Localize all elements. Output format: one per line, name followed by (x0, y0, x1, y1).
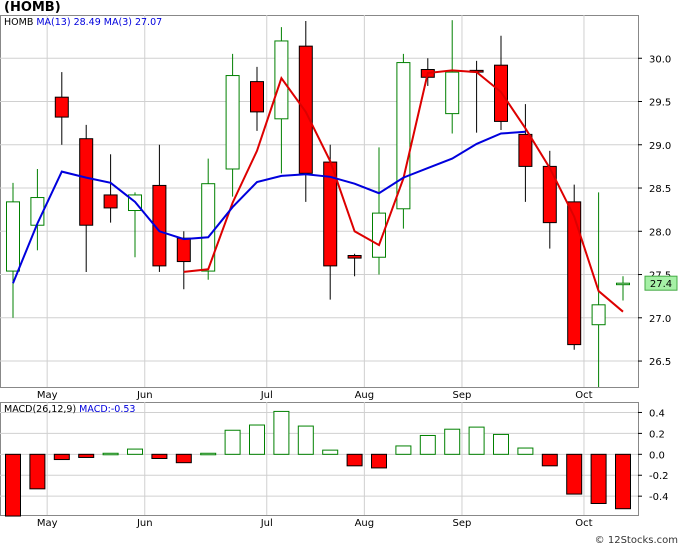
macd-bar (102, 452, 119, 456)
macd-legend-value: MACD:-0.53 (79, 404, 135, 415)
macd-month-label: Jun (136, 518, 153, 529)
macd-bar (297, 425, 314, 455)
macd-bar (493, 433, 509, 455)
candle-body (347, 255, 362, 259)
legend-ma3-value: 27.07 (135, 17, 162, 28)
candle-body (103, 194, 118, 209)
price-month-label: Jun (136, 390, 153, 401)
macd-bar (371, 453, 387, 469)
macd-bar (322, 449, 339, 455)
macd-bar (29, 453, 46, 490)
price-month-label: Aug (355, 390, 375, 401)
macd-bar (53, 453, 70, 461)
candle-body (518, 133, 533, 167)
macd-month-label: May (37, 518, 58, 529)
candle-body (396, 62, 411, 210)
price-legend: HOMB MA(13) 28.49 MA(3) 27.07 (4, 17, 162, 28)
price-tick-label: 29.5 (649, 98, 671, 109)
macd-bar (419, 434, 436, 455)
price-month-label: Jul (260, 390, 273, 401)
candle-body (298, 45, 313, 174)
candle-body (79, 138, 94, 226)
price-tick-label: 28.0 (649, 227, 671, 238)
macd-bar (78, 453, 95, 458)
macd-tick-label: 0.0 (649, 450, 665, 461)
macd-bar (5, 453, 21, 517)
macd-bar (566, 453, 583, 495)
candle-body (445, 71, 460, 115)
candle-body (250, 81, 264, 113)
legend-ma13-label: MA(13) (36, 17, 73, 28)
macd-bar (615, 453, 631, 510)
macd-tick-label: 0.4 (649, 408, 665, 419)
legend-ma13-value: 28.49 (74, 17, 104, 28)
macd-bar (151, 453, 168, 460)
macd-bar (541, 453, 558, 467)
macd-month-label: Oct (575, 518, 592, 529)
last-price-label: 27.4 (650, 279, 672, 290)
price-tick-label: 26.5 (649, 357, 671, 368)
macd-bar (200, 452, 217, 456)
legend-ma3-label: MA(3) (104, 17, 135, 28)
candle-body (54, 96, 69, 118)
macd-bar (590, 453, 607, 504)
macd-bar (444, 428, 461, 455)
macd-month-label: Sep (453, 518, 472, 529)
macd-bar (346, 453, 363, 467)
price-tick-label: 27.0 (649, 314, 671, 325)
candle-body (542, 165, 557, 224)
macd-tick-label: -0.4 (649, 492, 669, 503)
watermark: © 12Stocks.com (594, 535, 678, 546)
macd-month-label: Aug (355, 518, 375, 529)
candle (396, 53, 411, 229)
macd-bar (249, 424, 265, 455)
macd-legend-label: MACD(26,12,9) (4, 404, 79, 415)
candle-body (176, 237, 191, 263)
candle-body (591, 304, 606, 326)
macd-panel: 0.4 0.2 0.0 -0.2 -0.4 May Jun Jul Aug Sep Oct MACD(… (0, 402, 669, 529)
price-panel: 26.527.027.528.028.529.029.530.0MayJunJu… (0, 15, 678, 401)
macd-bar (517, 447, 534, 455)
macd-bar (395, 445, 412, 455)
candle-body (567, 201, 582, 346)
macd-month-label: Jul (260, 518, 273, 529)
macd-legend: MACD(26,12,9) MACD:-0.53 (4, 404, 135, 415)
macd-bar (273, 410, 290, 455)
legend-ticker: HOMB (4, 17, 36, 28)
price-tick-label: 29.0 (649, 141, 671, 152)
candle-body (30, 197, 45, 226)
price-month-label: Sep (453, 390, 472, 401)
stock-chart: 26.527.027.528.028.529.029.530.0MayJunJu… (0, 15, 678, 529)
price-month-label: May (37, 390, 58, 401)
macd-bar (468, 426, 485, 455)
price-month-label: Oct (575, 390, 592, 401)
macd-bar (224, 429, 241, 455)
price-tick-label: 28.5 (649, 184, 671, 195)
macd-bar (127, 448, 143, 455)
macd-bar (175, 453, 192, 464)
macd-tick-label: 0.2 (649, 429, 665, 440)
candle-body (6, 201, 20, 272)
candle-body (616, 282, 630, 286)
macd-tick-label: -0.2 (649, 471, 669, 482)
price-tick-label: 30.0 (649, 54, 671, 65)
candle-body (225, 75, 240, 170)
